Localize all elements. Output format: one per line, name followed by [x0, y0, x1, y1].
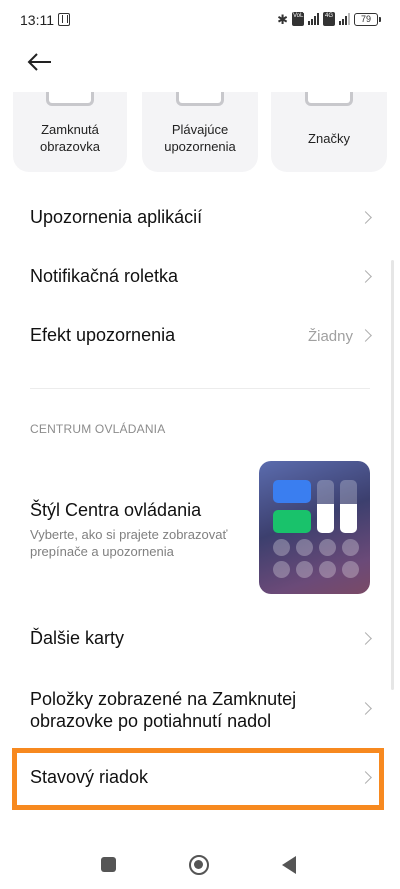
preview-toggle	[273, 561, 290, 578]
back-triangle-icon[interactable]	[282, 856, 296, 874]
preview-tile-green	[273, 510, 311, 533]
preview-toggle	[273, 539, 290, 556]
arrow-left-icon	[27, 53, 51, 71]
preview-brightness-slider	[317, 480, 334, 533]
navigation-bar	[0, 840, 400, 889]
card-lockscreen[interactable]: Zamknutá obrazovka	[13, 92, 127, 172]
row-subtitle: Vyberte, ako si prajete zobrazovať prepí…	[30, 527, 228, 559]
divider	[30, 388, 370, 389]
highlight-frame	[12, 748, 384, 810]
badges-thumbnail	[305, 92, 353, 106]
status-bar: 13:11 ✱ VoLTE 4G 79	[0, 0, 400, 40]
preview-toggle	[296, 561, 313, 578]
signal-icon	[339, 13, 350, 25]
row-notification-effect[interactable]: Efekt upozornenia Žiadny	[0, 314, 400, 358]
row-notification-shade[interactable]: Notifikačná roletka	[0, 255, 400, 299]
preview-toggle	[342, 561, 359, 578]
row-lockscreen-items[interactable]: Položky zobrazené na Zamknutej obrazovke…	[0, 684, 400, 734]
sim2-badge: 4G	[323, 12, 335, 26]
nfc-icon	[58, 13, 70, 26]
bluetooth-icon: ✱	[277, 11, 288, 27]
preview-tile-blue	[273, 480, 311, 503]
row-title: Štýl Centra ovládania	[30, 500, 202, 520]
row-title: Ďalšie karty	[30, 628, 125, 648]
row-more-tiles[interactable]: Ďalšie karty	[0, 617, 400, 661]
card-badges[interactable]: Značky	[271, 92, 387, 172]
preview-toggle	[319, 539, 336, 556]
chevron-right-icon	[359, 211, 372, 224]
card-label: Zamknutá obrazovka	[40, 122, 100, 154]
chevron-right-icon	[359, 702, 372, 715]
row-title: Efekt upozornenia	[30, 325, 176, 345]
scrollbar[interactable]	[391, 260, 394, 690]
sim1-badge: VoLTE	[292, 12, 311, 26]
section-header-control-center: CENTRUM OVLÁDANIA	[30, 422, 166, 436]
floating-thumbnail	[176, 92, 224, 106]
control-center-preview	[259, 461, 370, 594]
card-floating-notifications[interactable]: Plávajúce upozornenia	[142, 92, 258, 172]
recents-icon[interactable]	[101, 857, 116, 872]
chevron-right-icon	[359, 270, 372, 283]
preview-toggle	[296, 539, 313, 556]
lockscreen-thumbnail	[46, 92, 94, 106]
status-time: 13:11	[20, 12, 54, 28]
card-label: Plávajúce upozornenia	[164, 122, 236, 154]
preview-toggle	[342, 539, 359, 556]
chevron-right-icon	[359, 632, 372, 645]
chevron-right-icon	[359, 329, 372, 342]
status-icons: ✱ VoLTE 4G 79	[277, 11, 381, 27]
preview-toggle	[319, 561, 336, 578]
notification-style-cards: Zamknutá obrazovka Plávajúce upozornenia…	[0, 92, 400, 174]
back-button[interactable]	[24, 48, 56, 76]
preview-volume-slider	[340, 480, 357, 533]
card-label: Značky	[308, 131, 350, 146]
row-value: Žiadny	[307, 328, 353, 345]
home-icon[interactable]	[189, 855, 209, 875]
row-title: Notifikačná roletka	[30, 266, 179, 286]
row-title: Upozornenia aplikácií	[30, 207, 203, 227]
row-app-notifications[interactable]: Upozornenia aplikácií	[0, 196, 400, 240]
battery-icon: 79	[354, 12, 381, 26]
row-title: Položky zobrazené na Zamknutej obrazovke…	[30, 689, 297, 731]
signal-icon	[308, 13, 319, 25]
